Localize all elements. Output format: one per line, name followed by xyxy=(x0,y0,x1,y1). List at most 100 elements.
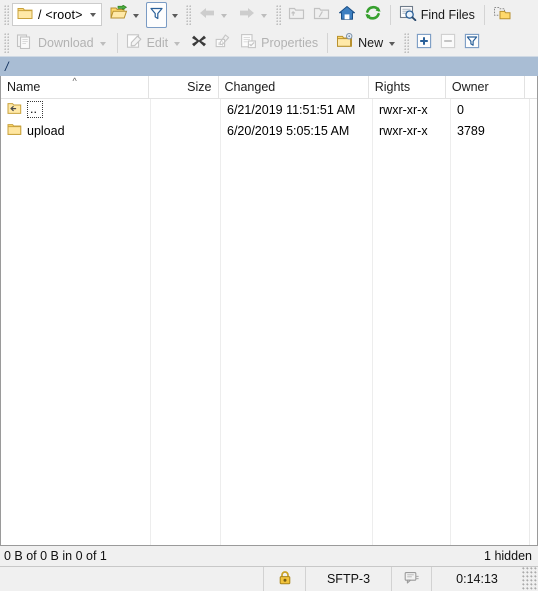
toolbar-grip-5[interactable] xyxy=(404,32,411,53)
protocol-label: SFTP-3 xyxy=(326,572,371,586)
selection-filter-button[interactable] xyxy=(460,30,484,56)
rename-icon: a| xyxy=(215,33,232,52)
selection-summary-label: 0 B of 0 B in 0 of 1 xyxy=(4,549,107,563)
find-files-icon xyxy=(399,5,417,24)
arrow-right-icon xyxy=(238,6,256,23)
chevron-down-icon xyxy=(389,41,396,46)
cell-name[interactable]: .. xyxy=(1,99,151,120)
download-icon xyxy=(16,33,34,52)
find-files-label: Find Files xyxy=(420,7,475,22)
top-toolbar: / <root> Find Files xyxy=(0,0,538,29)
properties-label: Properties xyxy=(261,35,319,50)
rename-button[interactable]: a| xyxy=(211,30,236,56)
root-directory-button[interactable] xyxy=(309,2,334,28)
status-messages-pane[interactable] xyxy=(392,567,432,591)
file-list-panel: Name ^ Size Changed Rights Owner .. 6/21… xyxy=(0,76,538,546)
home-directory-button[interactable] xyxy=(334,2,360,28)
file-list-header: Name ^ Size Changed Rights Owner xyxy=(1,76,537,99)
synchronize-browsing-button[interactable] xyxy=(489,2,515,28)
toolbar-grip-3[interactable] xyxy=(275,4,282,25)
column-header-rights[interactable]: Rights xyxy=(369,76,446,98)
folder-up-icon xyxy=(288,6,305,24)
column-header-name[interactable]: Name ^ xyxy=(1,76,150,98)
download-label: Download xyxy=(38,35,94,50)
cell-name[interactable]: upload xyxy=(1,120,151,141)
column-header-owner-label: Owner xyxy=(451,80,489,94)
file-list-rows[interactable]: .. 6/21/2019 11:51:51 AM rwxr-xr-x 0 upl… xyxy=(1,99,537,545)
toolbar-separator-3 xyxy=(116,32,118,53)
delete-button[interactable] xyxy=(187,30,211,56)
column-header-changed[interactable]: Changed xyxy=(219,76,369,98)
toolbar-separator-4 xyxy=(327,32,329,53)
column-gridlines xyxy=(1,99,537,545)
chevron-down-icon xyxy=(174,41,181,46)
new-button[interactable]: New xyxy=(332,30,402,56)
remote-path-dropdown-arrow[interactable] xyxy=(85,3,102,26)
refresh-icon xyxy=(364,5,382,24)
toolbar-grip[interactable] xyxy=(4,4,10,25)
download-button[interactable]: Download xyxy=(12,30,113,56)
plus-box-icon xyxy=(416,33,432,52)
column-header-filler xyxy=(525,76,537,98)
edit-button[interactable]: Edit xyxy=(122,30,188,56)
back-button[interactable] xyxy=(194,2,234,28)
hidden-files-label: 1 hidden xyxy=(484,549,532,563)
toolbar-grip-2[interactable] xyxy=(185,4,192,25)
filter-dropdown-button[interactable] xyxy=(167,2,184,28)
cell-rights: rwxr-xr-x xyxy=(379,123,428,138)
status-security-pane[interactable] xyxy=(264,567,306,591)
chevron-down-icon xyxy=(90,12,97,17)
properties-button[interactable]: Properties xyxy=(236,30,323,56)
cell-rights: rwxr-xr-x xyxy=(379,102,428,117)
cell-owner: 0 xyxy=(457,102,464,117)
chevron-down-icon xyxy=(260,13,267,18)
select-remove-button[interactable] xyxy=(436,30,460,56)
chevron-down-icon xyxy=(220,13,227,18)
remote-path-combo[interactable]: / <root> xyxy=(12,3,86,26)
toolbar-separator-2 xyxy=(483,4,485,25)
selection-totals-bar: 0 B of 0 B in 0 of 1 1 hidden xyxy=(0,546,538,566)
column-header-size[interactable]: Size xyxy=(149,76,219,98)
new-folder-icon xyxy=(336,33,354,52)
resize-grip[interactable] xyxy=(522,567,538,591)
refresh-button[interactable] xyxy=(360,2,386,28)
cell-changed: 6/21/2019 11:51:51 AM xyxy=(227,102,356,117)
column-header-owner[interactable]: Owner xyxy=(446,76,525,98)
status-bar: SFTP-3 0:14:13 xyxy=(0,566,538,591)
edit-label: Edit xyxy=(146,35,169,50)
filter-funnel-icon xyxy=(464,33,480,52)
table-row[interactable]: .. 6/21/2019 11:51:51 AM rwxr-xr-x 0 xyxy=(1,99,537,120)
find-files-button[interactable]: Find Files xyxy=(395,2,480,28)
filter-funnel-icon xyxy=(149,6,164,24)
current-path-strip[interactable]: / xyxy=(0,56,538,76)
toolbar-grip-4[interactable] xyxy=(4,32,10,53)
folder-icon xyxy=(7,123,22,139)
parent-directory-button[interactable] xyxy=(284,2,309,28)
toolbar-separator xyxy=(389,4,391,25)
filter-button[interactable] xyxy=(145,1,167,28)
sort-ascending-icon: ^ xyxy=(72,76,77,86)
column-header-rights-label: Rights xyxy=(374,80,411,94)
open-folder-icon xyxy=(110,4,128,24)
cell-size xyxy=(151,120,221,141)
cell-owner: 3789 xyxy=(457,123,485,138)
cell-size xyxy=(151,99,221,120)
file-operations-toolbar: Download Edit a| Properties New xyxy=(0,29,538,56)
parent-directory-entry-label: .. xyxy=(27,101,43,118)
status-protocol-pane[interactable]: SFTP-3 xyxy=(306,567,392,591)
home-icon xyxy=(338,5,356,24)
forward-button[interactable] xyxy=(234,2,274,28)
status-duration-pane[interactable]: 0:14:13 xyxy=(432,567,522,591)
message-bubble-icon xyxy=(404,571,420,588)
current-path-text: / xyxy=(5,59,9,74)
column-header-size-label: Size xyxy=(187,80,212,94)
column-header-name-label: Name xyxy=(7,80,41,94)
padlock-icon xyxy=(278,570,292,588)
chevron-down-icon xyxy=(171,13,178,18)
remote-path-value: / <root> xyxy=(38,7,83,22)
open-directory-button[interactable] xyxy=(106,2,146,28)
edit-pencil-icon xyxy=(126,33,143,52)
vertical-scrollbar[interactable] xyxy=(529,99,537,545)
select-add-button[interactable] xyxy=(412,30,436,56)
table-row[interactable]: upload 6/20/2019 5:05:15 AM rwxr-xr-x 37… xyxy=(1,120,537,141)
